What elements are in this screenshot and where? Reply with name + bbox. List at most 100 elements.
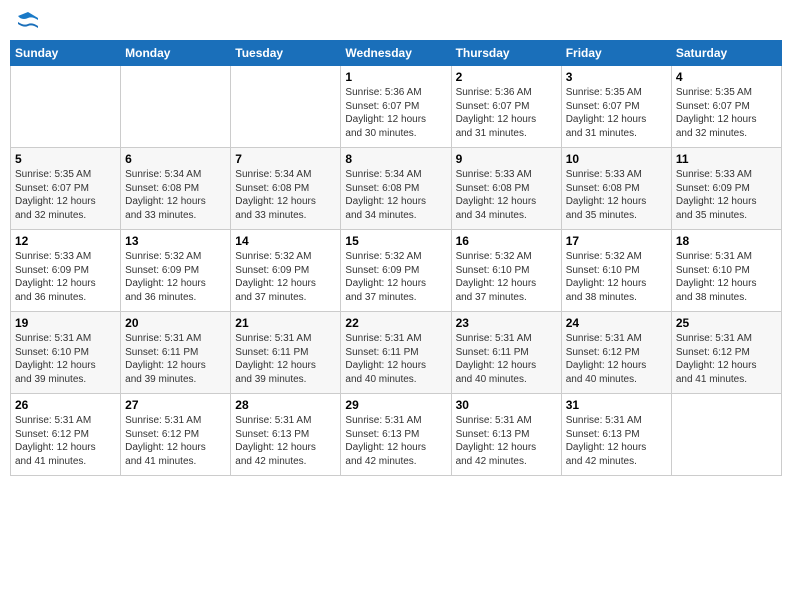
day-info: Sunrise: 5:33 AM Sunset: 6:08 PM Dayligh…	[456, 168, 557, 222]
day-info: Sunrise: 5:34 AM Sunset: 6:08 PM Dayligh…	[345, 168, 446, 222]
calendar-cell: 11 Sunrise: 5:33 AM Sunset: 6:09 PM Dayli…	[671, 148, 781, 230]
day-info: Sunrise: 5:31 AM Sunset: 6:12 PM Dayligh…	[125, 414, 226, 468]
calendar-cell: 23 Sunrise: 5:31 AM Sunset: 6:11 PM Dayli…	[451, 312, 561, 394]
day-info: Sunrise: 5:36 AM Sunset: 6:07 PM Dayligh…	[345, 86, 446, 140]
weekday-header-saturday: Saturday	[671, 41, 781, 66]
day-info: Sunrise: 5:31 AM Sunset: 6:10 PM Dayligh…	[15, 332, 116, 386]
calendar-cell: 10Sunrise: 5:33 AM Sunset: 6:08 PM Dayli…	[561, 148, 671, 230]
week-row-1: 1 Sunrise: 5:36 AM Sunset: 6:07 PM Daylig…	[11, 66, 782, 148]
day-info: Sunrise: 5:32 AM Sunset: 6:09 PM Dayligh…	[125, 250, 226, 304]
calendar-cell: 28 Sunrise: 5:31 AM Sunset: 6:13 PM Dayli…	[231, 394, 341, 476]
week-row-2: 5Sunrise: 5:35 AM Sunset: 6:07 PM Daylig…	[11, 148, 782, 230]
day-info: Sunrise: 5:31 AM Sunset: 6:13 PM Dayligh…	[345, 414, 446, 468]
day-number: 14	[235, 234, 336, 248]
week-row-4: 19 Sunrise: 5:31 AM Sunset: 6:10 PM Dayli…	[11, 312, 782, 394]
calendar-cell: 17 Sunrise: 5:32 AM Sunset: 6:10 PM Dayli…	[561, 230, 671, 312]
day-number: 16	[456, 234, 557, 248]
day-number: 27	[125, 398, 226, 412]
calendar-cell	[671, 394, 781, 476]
day-info: Sunrise: 5:31 AM Sunset: 6:12 PM Dayligh…	[566, 332, 667, 386]
calendar-cell: 26 Sunrise: 5:31 AM Sunset: 6:12 PM Dayli…	[11, 394, 121, 476]
day-info: Sunrise: 5:35 AM Sunset: 6:07 PM Dayligh…	[15, 168, 116, 222]
calendar-thead: SundayMondayTuesdayWednesdayThursdayFrid…	[11, 41, 782, 66]
calendar-cell	[231, 66, 341, 148]
day-number: 31	[566, 398, 667, 412]
calendar-cell: 2Sunrise: 5:36 AM Sunset: 6:07 PM Daylig…	[451, 66, 561, 148]
calendar-cell: 9Sunrise: 5:33 AM Sunset: 6:08 PM Daylig…	[451, 148, 561, 230]
calendar-cell: 7 Sunrise: 5:34 AM Sunset: 6:08 PM Daylig…	[231, 148, 341, 230]
day-number: 18	[676, 234, 777, 248]
day-number: 4	[676, 70, 777, 84]
calendar-cell: 1 Sunrise: 5:36 AM Sunset: 6:07 PM Daylig…	[341, 66, 451, 148]
calendar-cell: 8 Sunrise: 5:34 AM Sunset: 6:08 PM Daylig…	[341, 148, 451, 230]
day-info: Sunrise: 5:31 AM Sunset: 6:11 PM Dayligh…	[345, 332, 446, 386]
day-info: Sunrise: 5:31 AM Sunset: 6:12 PM Dayligh…	[676, 332, 777, 386]
calendar-cell: 18 Sunrise: 5:31 AM Sunset: 6:10 PM Dayli…	[671, 230, 781, 312]
day-info: Sunrise: 5:31 AM Sunset: 6:10 PM Dayligh…	[676, 250, 777, 304]
logo-icon	[16, 10, 40, 34]
calendar-table: SundayMondayTuesdayWednesdayThursdayFrid…	[10, 40, 782, 476]
day-info: Sunrise: 5:31 AM Sunset: 6:12 PM Dayligh…	[15, 414, 116, 468]
calendar-cell: 13 Sunrise: 5:32 AM Sunset: 6:09 PM Dayli…	[121, 230, 231, 312]
day-info: Sunrise: 5:31 AM Sunset: 6:11 PM Dayligh…	[456, 332, 557, 386]
calendar-cell: 20 Sunrise: 5:31 AM Sunset: 6:11 PM Dayli…	[121, 312, 231, 394]
calendar-tbody: 1 Sunrise: 5:36 AM Sunset: 6:07 PM Daylig…	[11, 66, 782, 476]
day-number: 20	[125, 316, 226, 330]
logo	[14, 10, 40, 34]
day-info: Sunrise: 5:32 AM Sunset: 6:10 PM Dayligh…	[566, 250, 667, 304]
calendar-cell: 12 Sunrise: 5:33 AM Sunset: 6:09 PM Dayli…	[11, 230, 121, 312]
weekday-header-wednesday: Wednesday	[341, 41, 451, 66]
calendar-cell: 24Sunrise: 5:31 AM Sunset: 6:12 PM Dayli…	[561, 312, 671, 394]
calendar-cell: 19 Sunrise: 5:31 AM Sunset: 6:10 PM Dayli…	[11, 312, 121, 394]
calendar-cell: 21 Sunrise: 5:31 AM Sunset: 6:11 PM Dayli…	[231, 312, 341, 394]
calendar-cell: 31 Sunrise: 5:31 AM Sunset: 6:13 PM Dayli…	[561, 394, 671, 476]
day-info: Sunrise: 5:31 AM Sunset: 6:13 PM Dayligh…	[235, 414, 336, 468]
day-info: Sunrise: 5:34 AM Sunset: 6:08 PM Dayligh…	[235, 168, 336, 222]
day-number: 19	[15, 316, 116, 330]
week-row-5: 26 Sunrise: 5:31 AM Sunset: 6:12 PM Dayli…	[11, 394, 782, 476]
calendar-cell: 22 Sunrise: 5:31 AM Sunset: 6:11 PM Dayli…	[341, 312, 451, 394]
day-number: 6	[125, 152, 226, 166]
calendar-cell: 27 Sunrise: 5:31 AM Sunset: 6:12 PM Dayli…	[121, 394, 231, 476]
day-info: Sunrise: 5:31 AM Sunset: 6:11 PM Dayligh…	[125, 332, 226, 386]
day-info: Sunrise: 5:32 AM Sunset: 6:09 PM Dayligh…	[235, 250, 336, 304]
day-number: 7	[235, 152, 336, 166]
day-number: 13	[125, 234, 226, 248]
day-info: Sunrise: 5:31 AM Sunset: 6:11 PM Dayligh…	[235, 332, 336, 386]
weekday-header-friday: Friday	[561, 41, 671, 66]
weekday-header-monday: Monday	[121, 41, 231, 66]
day-info: Sunrise: 5:34 AM Sunset: 6:08 PM Dayligh…	[125, 168, 226, 222]
week-row-3: 12 Sunrise: 5:33 AM Sunset: 6:09 PM Dayli…	[11, 230, 782, 312]
calendar-cell: 16Sunrise: 5:32 AM Sunset: 6:10 PM Dayli…	[451, 230, 561, 312]
weekday-header-sunday: Sunday	[11, 41, 121, 66]
calendar-cell	[121, 66, 231, 148]
day-number: 30	[456, 398, 557, 412]
day-number: 28	[235, 398, 336, 412]
calendar-cell: 6 Sunrise: 5:34 AM Sunset: 6:08 PM Daylig…	[121, 148, 231, 230]
day-number: 11	[676, 152, 777, 166]
day-number: 21	[235, 316, 336, 330]
day-number: 3	[566, 70, 667, 84]
calendar-cell	[11, 66, 121, 148]
weekday-header-tuesday: Tuesday	[231, 41, 341, 66]
day-number: 1	[345, 70, 446, 84]
day-info: Sunrise: 5:31 AM Sunset: 6:13 PM Dayligh…	[566, 414, 667, 468]
day-info: Sunrise: 5:33 AM Sunset: 6:09 PM Dayligh…	[15, 250, 116, 304]
day-number: 17	[566, 234, 667, 248]
day-number: 23	[456, 316, 557, 330]
weekday-header-thursday: Thursday	[451, 41, 561, 66]
calendar-cell: 25Sunrise: 5:31 AM Sunset: 6:12 PM Dayli…	[671, 312, 781, 394]
calendar-cell: 4 Sunrise: 5:35 AM Sunset: 6:07 PM Daylig…	[671, 66, 781, 148]
calendar-cell: 5Sunrise: 5:35 AM Sunset: 6:07 PM Daylig…	[11, 148, 121, 230]
day-number: 12	[15, 234, 116, 248]
day-number: 22	[345, 316, 446, 330]
day-info: Sunrise: 5:35 AM Sunset: 6:07 PM Dayligh…	[676, 86, 777, 140]
day-info: Sunrise: 5:33 AM Sunset: 6:09 PM Dayligh…	[676, 168, 777, 222]
weekday-header-row: SundayMondayTuesdayWednesdayThursdayFrid…	[11, 41, 782, 66]
day-number: 10	[566, 152, 667, 166]
day-number: 26	[15, 398, 116, 412]
calendar-cell: 3 Sunrise: 5:35 AM Sunset: 6:07 PM Daylig…	[561, 66, 671, 148]
day-info: Sunrise: 5:35 AM Sunset: 6:07 PM Dayligh…	[566, 86, 667, 140]
day-info: Sunrise: 5:36 AM Sunset: 6:07 PM Dayligh…	[456, 86, 557, 140]
day-number: 8	[345, 152, 446, 166]
